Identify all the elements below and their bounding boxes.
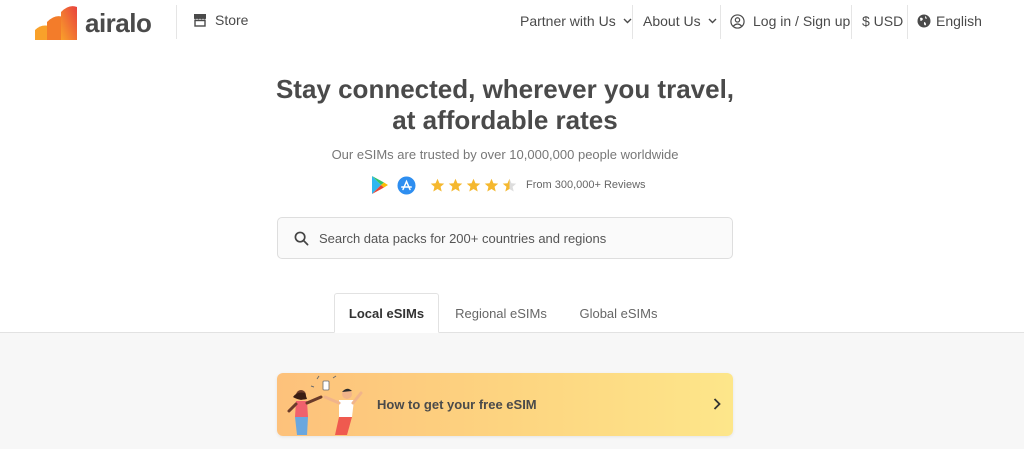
half-star-icon: [502, 178, 517, 191]
app-store-icon[interactable]: [397, 176, 416, 195]
store-icon: [194, 14, 206, 27]
divider: [632, 5, 633, 39]
user-circle-icon: [730, 13, 745, 29]
tab-regional-esims[interactable]: Regional eSIMs: [446, 293, 556, 333]
currency-label: $ USD: [862, 13, 904, 29]
search-box[interactable]: [277, 217, 733, 259]
globe-icon: [917, 14, 931, 28]
store-link[interactable]: Store: [193, 12, 248, 28]
tab-label: Global eSIMs: [579, 305, 658, 321]
rating-stars: [430, 178, 520, 193]
tab-label: Local eSIMs: [348, 305, 425, 321]
currency-selector[interactable]: $ USD: [862, 13, 903, 29]
partner-label: Partner with Us: [520, 13, 616, 29]
divider: [176, 5, 177, 39]
chevron-down-icon: [623, 18, 632, 24]
star-icon: [448, 178, 463, 191]
language-label: English: [936, 13, 982, 29]
hero-subtitle: Our eSIMs are trusted by over 10,000,000…: [331, 147, 679, 162]
divider: [851, 5, 852, 39]
airalo-logo[interactable]: airalo: [33, 4, 152, 42]
divider: [720, 5, 721, 39]
tab-global-esims[interactable]: Global eSIMs: [566, 293, 671, 333]
partner-menu[interactable]: Partner with Us: [520, 13, 632, 29]
about-menu[interactable]: About Us: [643, 13, 717, 29]
free-esim-banner[interactable]: How to get your free eSIM: [277, 373, 733, 436]
search-icon: [294, 231, 309, 245]
store-label: Store: [215, 12, 249, 28]
star-icon: [466, 178, 481, 191]
reviews-row: From 300,000+ Reviews: [371, 174, 646, 196]
reviews-count: From 300,000+ Reviews: [526, 179, 646, 191]
page-title: Stay connected, wherever you travel, at …: [0, 74, 1010, 136]
people-celebrating-illustration: [287, 375, 363, 435]
tab-label: Regional eSIMs: [455, 305, 547, 321]
brand-name: airalo: [85, 7, 152, 38]
google-play-icon[interactable]: [371, 175, 389, 195]
login-label: Log in / Sign up: [753, 13, 851, 29]
top-navigation: airalo Store Partner with Us About Us Lo…: [0, 0, 1024, 44]
logo-icon: [35, 6, 77, 41]
title-line-2: at affordable rates: [392, 105, 618, 135]
star-icon: [430, 178, 445, 191]
star-icon: [484, 178, 499, 191]
chevron-down-icon: [708, 18, 717, 24]
search-input[interactable]: [319, 230, 699, 246]
login-link[interactable]: Log in / Sign up: [730, 13, 850, 29]
language-selector[interactable]: English: [917, 13, 982, 29]
divider: [907, 5, 908, 39]
banner-label: How to get your free eSIM: [377, 397, 537, 412]
about-label: About Us: [643, 13, 701, 29]
title-line-1: Stay connected, wherever you travel,: [275, 74, 735, 104]
tab-local-esims[interactable]: Local eSIMs: [334, 293, 439, 333]
chevron-right-icon: [713, 398, 721, 410]
